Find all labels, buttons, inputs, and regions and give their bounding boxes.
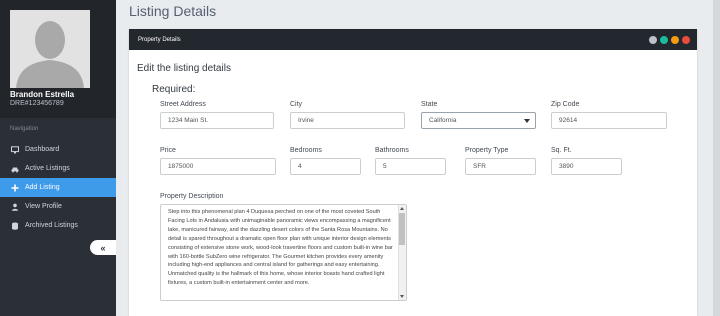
price-label: Price (160, 147, 176, 154)
sidebar-collapse-button[interactable]: « (90, 240, 116, 255)
sqft-input[interactable]: 3890 (551, 158, 622, 175)
street-address-input[interactable]: 1234 Main St. (160, 112, 274, 129)
property-description-label: Property Description (160, 193, 224, 200)
sidebar-item-label: Archived Listings (25, 222, 78, 229)
page-title: Listing Details (129, 3, 217, 19)
database-icon (11, 222, 19, 230)
textarea-scrollbar[interactable] (398, 205, 406, 300)
sqft-label: Sq. Ft. (551, 147, 572, 154)
monitor-icon (11, 145, 19, 154)
bedrooms-input[interactable]: 4 (290, 158, 361, 175)
avatar (10, 10, 90, 88)
property-description-textarea[interactable]: Step into this phenomenal plan 4 Duquesa… (160, 204, 407, 301)
profile-name: Brandon Estrella (10, 90, 75, 99)
panel-title: Property Details (138, 36, 181, 43)
sidebar-nav: Dashboard Active Listings Add Listing Vi… (0, 140, 116, 235)
state-select-value: California (429, 117, 457, 124)
zip-code-label: Zip Code (551, 101, 580, 108)
property-description-text: Step into this phenomenal plan 4 Duquesa… (168, 209, 393, 287)
car-icon (11, 165, 19, 173)
profile-license-id: DRE#123456789 (10, 100, 64, 107)
bathrooms-label: Bathrooms (375, 147, 409, 154)
sidebar-item-add-listing[interactable]: Add Listing (0, 178, 116, 197)
sidebar-item-archived-listings[interactable]: Archived Listings (0, 216, 116, 235)
panel-header-controls (649, 36, 690, 44)
sidebar-item-view-profile[interactable]: View Profile (0, 197, 116, 216)
refresh-icon[interactable] (660, 36, 668, 44)
sidebar-item-active-listings[interactable]: Active Listings (0, 159, 116, 178)
minimize-icon[interactable] (671, 36, 679, 44)
city-label: City (290, 101, 303, 108)
panel-subtitle: Edit the listing details (137, 63, 231, 74)
panel-header: Property Details (129, 29, 697, 50)
city-input[interactable]: Irvine (290, 112, 405, 129)
close-icon[interactable] (682, 36, 690, 44)
window-scrollbar-track[interactable] (713, 0, 720, 316)
sidebar-item-dashboard[interactable]: Dashboard (0, 140, 116, 159)
required-heading: Required: (152, 84, 196, 95)
chevrons-left-icon: « (100, 242, 106, 253)
scroll-up-arrow-icon[interactable] (400, 207, 404, 210)
property-details-panel: Property Details Edit the listing detail… (129, 29, 697, 316)
state-select[interactable]: California (421, 112, 536, 129)
plus-icon (11, 184, 19, 192)
profile-card: Brandon Estrella DRE#123456789 (0, 0, 116, 118)
bathrooms-input[interactable]: 5 (375, 158, 446, 175)
sidebar-item-label: Active Listings (25, 165, 70, 172)
street-address-label: Street Address (160, 101, 206, 108)
state-label: State (421, 101, 438, 108)
sidebar: Brandon Estrella DRE#123456789 Navigatio… (0, 0, 116, 316)
settings-icon[interactable] (649, 36, 657, 44)
price-input[interactable]: 1875000 (160, 158, 276, 175)
zip-code-input[interactable]: 92614 (551, 112, 667, 129)
scroll-down-arrow-icon[interactable] (400, 295, 404, 298)
sidebar-item-label: Add Listing (25, 184, 60, 191)
property-type-input[interactable]: SFR (465, 158, 536, 175)
scroll-thumb[interactable] (399, 213, 405, 245)
user-icon (11, 203, 19, 211)
caret-down-icon (524, 119, 530, 123)
nav-section-label: Navigation (10, 126, 39, 132)
sidebar-item-label: View Profile (25, 203, 62, 210)
property-type-label: Property Type (465, 147, 509, 154)
bedrooms-label: Bedrooms (290, 147, 322, 154)
sidebar-item-label: Dashboard (25, 146, 60, 153)
